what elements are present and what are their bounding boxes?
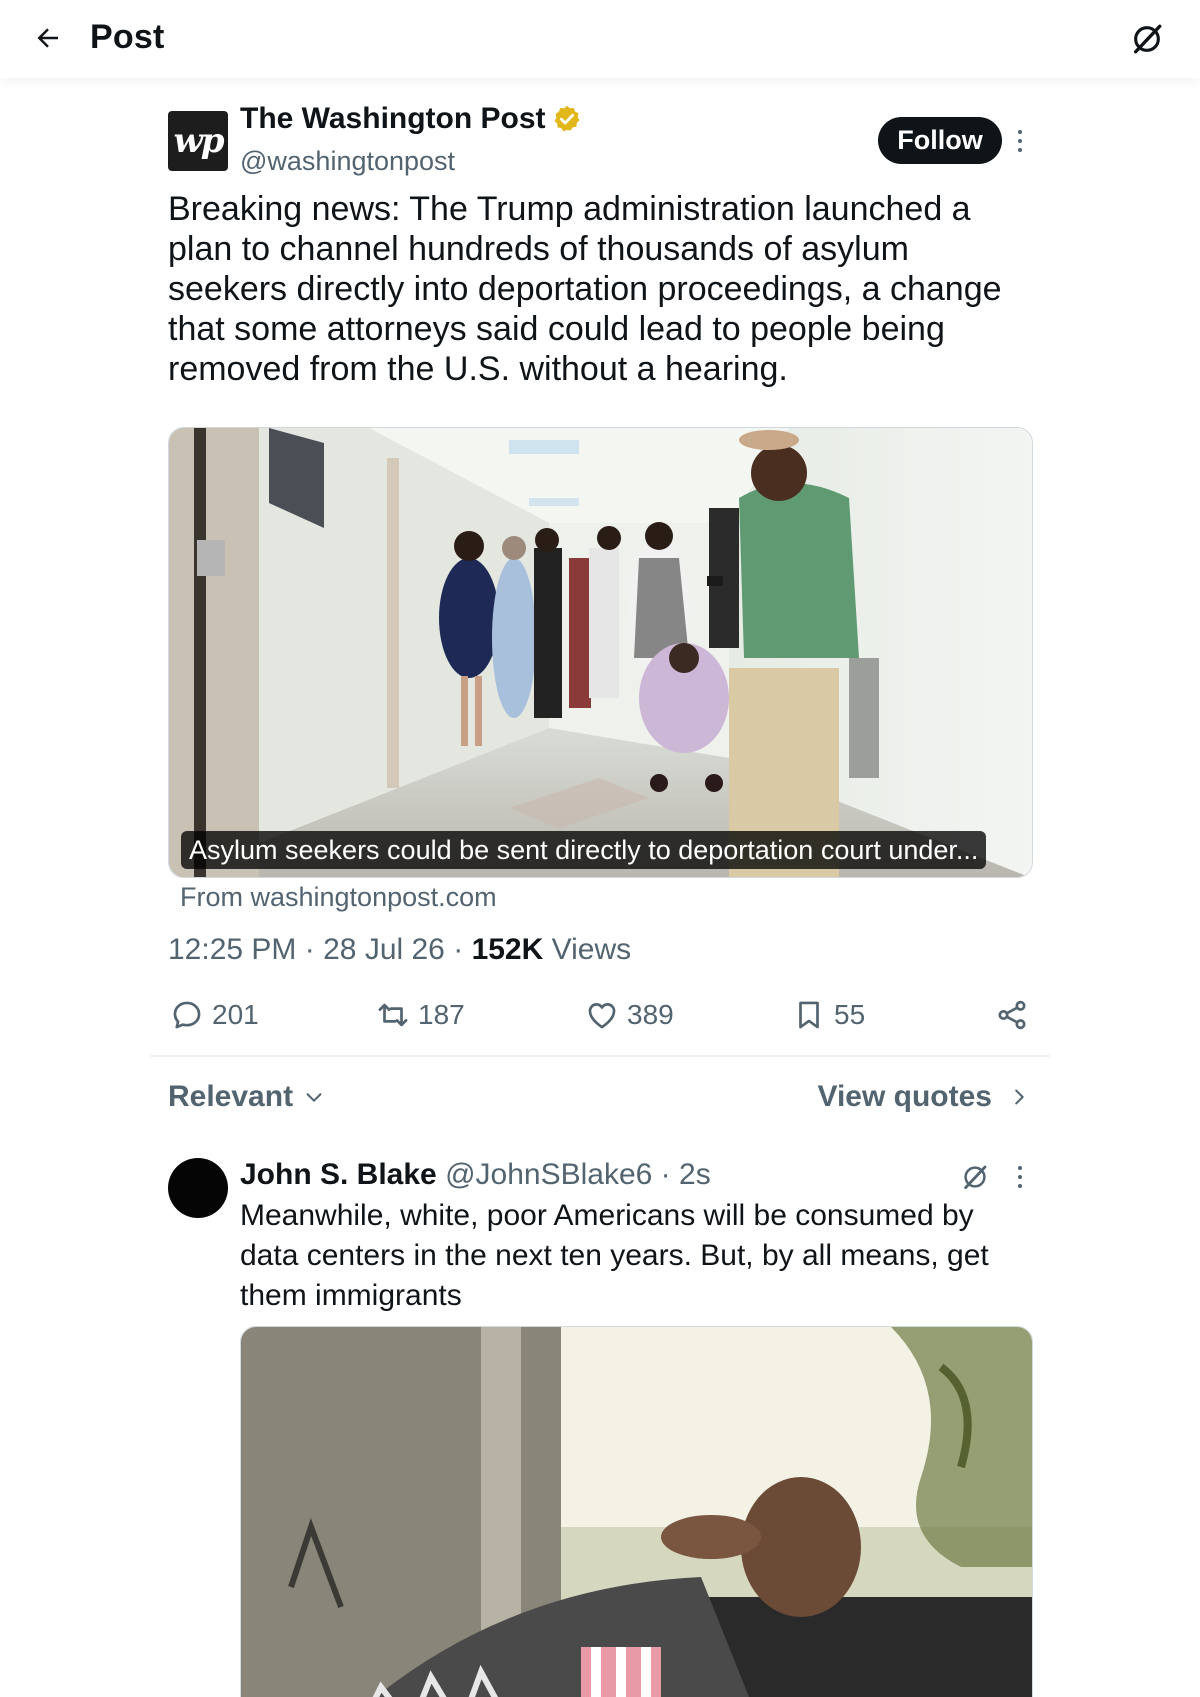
reply-count: 201	[212, 999, 259, 1030]
reply-action-button[interactable]: 201	[170, 995, 259, 1035]
meta-separator: ·	[453, 933, 464, 966]
author-name-text: The Washington Post	[240, 102, 546, 135]
reply-more-button[interactable]	[1012, 1162, 1028, 1192]
reply-icon	[173, 1001, 201, 1029]
share-icon	[998, 1000, 1026, 1030]
reply-avatar[interactable]	[168, 1158, 228, 1218]
chevron-right-icon	[1015, 1089, 1024, 1105]
like-count: 389	[627, 999, 674, 1030]
heart-icon	[588, 1003, 616, 1029]
top-bar: Post	[0, 0, 1200, 78]
reply-header: John S. Blake @JohnSBlake6 · 2s	[240, 1158, 711, 1192]
author-name[interactable]: The Washington Post	[240, 102, 582, 136]
back-button[interactable]	[30, 20, 66, 56]
view-quotes-link[interactable]: View quotes	[818, 1080, 1031, 1114]
repost-icon	[378, 1003, 408, 1027]
bookmark-icon	[799, 1001, 819, 1029]
verified-badge-icon	[552, 104, 582, 134]
reply-author-handle[interactable]: @JohnSBlake6	[445, 1158, 652, 1191]
sort-label: Relevant	[168, 1080, 294, 1113]
more-dots-icon	[1018, 130, 1022, 152]
reply-media-gif[interactable]	[240, 1326, 1033, 1697]
reply-author-name[interactable]: John S. Blake	[240, 1158, 437, 1191]
card-source[interactable]: From washingtonpost.com	[180, 882, 497, 913]
more-dots-icon	[1018, 1166, 1022, 1188]
author-handle[interactable]: @washingtonpost	[240, 146, 455, 177]
reply-text: Meanwhile, white, poor Americans will be…	[240, 1199, 989, 1312]
bookmark-action-button[interactable]: 55	[792, 995, 865, 1035]
views-label: Views	[551, 933, 632, 966]
follow-button[interactable]: Follow	[878, 117, 1002, 164]
reply-time[interactable]: 2s	[679, 1158, 711, 1191]
repost-count: 187	[418, 999, 465, 1030]
author-avatar[interactable]: wp	[168, 111, 228, 171]
share-action-button[interactable]	[995, 995, 1029, 1035]
post-text: Breaking news: The Trump administration …	[168, 190, 1002, 388]
chevron-down-icon	[306, 1093, 322, 1102]
arrow-left-icon	[37, 28, 58, 48]
page-title: Post	[90, 18, 165, 56]
card-image	[169, 428, 1032, 877]
grok-button[interactable]	[1126, 18, 1168, 60]
card-caption: Asylum seekers could be sent directly to…	[181, 831, 987, 869]
reply-media-image	[241, 1327, 1032, 1697]
meta-separator: ·	[304, 933, 315, 966]
sort-dropdown[interactable]: Relevant	[168, 1080, 325, 1114]
like-action-button[interactable]: 389	[585, 995, 674, 1035]
link-card[interactable]: Asylum seekers could be sent directly to…	[168, 427, 1033, 878]
post-date[interactable]: 28 Jul 26	[323, 933, 445, 966]
grok-icon	[964, 1165, 987, 1189]
post-meta: 12:25 PM · 28 Jul 26 · 152K Views	[168, 933, 631, 967]
reply-separator: ·	[660, 1158, 671, 1191]
bookmark-count: 55	[834, 999, 866, 1030]
post-time[interactable]: 12:25 PM	[168, 933, 296, 966]
grok-icon	[1133, 24, 1162, 54]
repost-action-button[interactable]: 187	[376, 995, 465, 1035]
post-more-button[interactable]	[1012, 124, 1028, 158]
views-count: 152K	[471, 933, 544, 966]
avatar-logo-text: wp	[173, 121, 224, 161]
view-quotes-label: View quotes	[817, 1080, 993, 1113]
reply-grok-button[interactable]	[960, 1162, 992, 1194]
divider	[150, 1055, 1050, 1057]
